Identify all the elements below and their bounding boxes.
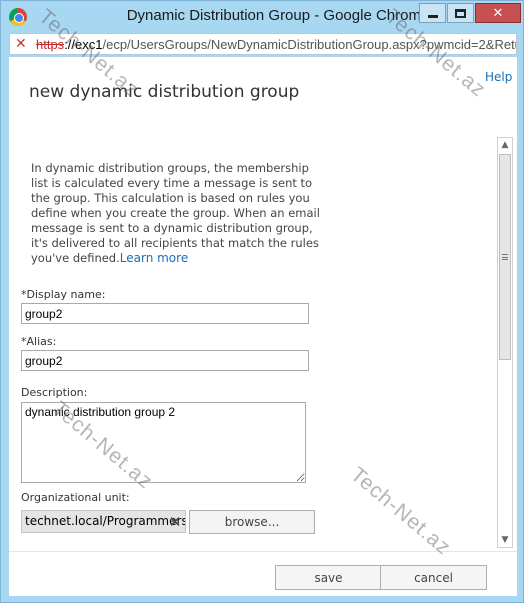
close-button[interactable]: ✕ [475,3,521,23]
intro-paragraph: In dynamic distribution groups, the memb… [31,161,321,266]
url-path: /ecp/UsersGroups/NewDynamicDistributionG… [102,37,517,52]
save-button[interactable]: save [275,565,382,590]
minimize-icon [427,14,438,18]
description-textarea[interactable]: dynamic distribution group 2 [21,402,306,483]
display-name-label: *Display name: [21,288,106,301]
ou-clear-icon[interactable]: ✕ [165,510,185,533]
alias-label: *Alias: [21,335,57,348]
minimize-button[interactable] [419,3,446,23]
footer-divider [9,551,517,552]
scroll-up-icon[interactable]: ▲ [498,138,512,152]
ou-field: technet.local/Programmers [21,510,186,533]
learn-more-link[interactable]: Learn more [120,251,188,265]
grip-icon [502,254,508,260]
url-text[interactable]: https://exc1/ecp/UsersGroups/NewDynamicD… [36,37,517,52]
ou-label: Organizational unit: [21,491,130,504]
close-icon: ✕ [492,5,504,21]
intro-text: In dynamic distribution groups, the memb… [31,161,320,265]
browser-window: Dynamic Distribution Group - Google Chro… [0,0,524,603]
url-host: ://exc1 [64,37,103,52]
cancel-button[interactable]: cancel [380,565,487,590]
alias-input[interactable] [21,350,309,371]
vertical-scrollbar[interactable]: ▲ ▼ [497,137,513,548]
dialog-content: Help new dynamic distribution group In d… [9,57,517,596]
scroll-down-icon[interactable]: ▼ [498,533,512,547]
form-scroll-area[interactable]: In dynamic distribution groups, the memb… [9,135,517,550]
maximize-icon [455,8,466,18]
maximize-button[interactable] [447,3,474,23]
browse-button[interactable]: browse... [189,510,315,534]
page-title: new dynamic distribution group [29,82,300,102]
title-bar[interactable]: Dynamic Distribution Group - Google Chro… [1,1,524,33]
address-bar[interactable]: ✕ https://exc1/ecp/UsersGroups/NewDynami… [9,33,517,55]
description-label: Description: [21,386,88,399]
scroll-thumb[interactable] [499,154,511,360]
help-link[interactable]: Help [485,70,512,84]
certificate-error-icon[interactable]: ✕ [15,36,27,52]
display-name-input[interactable] [21,303,309,324]
url-scheme: https [36,37,65,52]
